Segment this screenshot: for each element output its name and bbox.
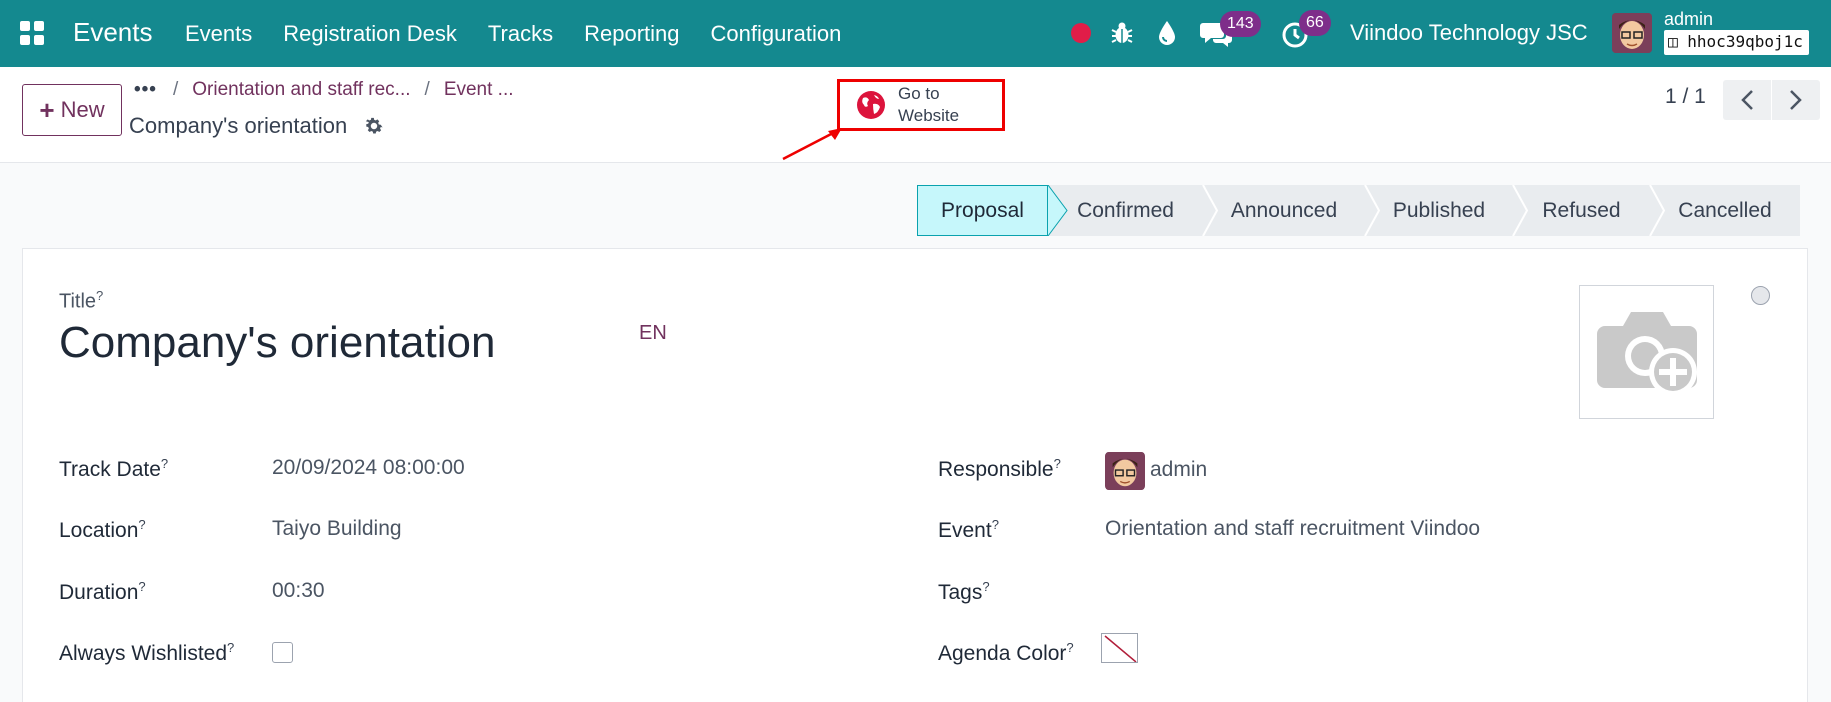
menu-item-registration-desk[interactable]: Registration Desk bbox=[283, 21, 457, 47]
title-input[interactable]: Company's orientation bbox=[59, 318, 495, 368]
pager-previous-button[interactable] bbox=[1723, 80, 1771, 120]
always-wishlisted-checkbox[interactable] bbox=[272, 642, 293, 663]
camera-plus-icon bbox=[1596, 312, 1697, 396]
database-label: hhoc39qboj1c bbox=[1687, 32, 1803, 51]
responsible-field[interactable]: admin bbox=[1150, 458, 1207, 482]
go-to-website-button[interactable]: Go to Website bbox=[837, 79, 1005, 131]
always-wishlisted-label: Always Wishlisted? bbox=[59, 640, 235, 665]
stage-announced[interactable]: Announced bbox=[1203, 185, 1365, 236]
go-to-website-label: Go to Website bbox=[898, 84, 960, 125]
stage-label: Announced bbox=[1230, 198, 1338, 222]
menu-item-configuration[interactable]: Configuration bbox=[710, 21, 841, 47]
stage-statusbar: Proposal Confirmed Announced Published R… bbox=[917, 185, 1800, 236]
breadcrumb-separator: / bbox=[424, 79, 430, 100]
stage-confirmed[interactable]: Confirmed bbox=[1048, 185, 1203, 236]
activities-badge: 66 bbox=[1299, 10, 1331, 36]
plus-icon: + bbox=[39, 94, 55, 125]
track-date-field[interactable]: 20/09/2024 08:00:00 bbox=[272, 456, 465, 480]
responsible-label: Responsible? bbox=[938, 456, 1061, 481]
location-field[interactable]: Taiyo Building bbox=[272, 517, 402, 541]
menu-item-tracks[interactable]: Tracks bbox=[488, 21, 553, 47]
water-drop-icon[interactable] bbox=[1156, 19, 1178, 47]
record-title: Company's orientation bbox=[129, 113, 348, 138]
pager-next-button[interactable] bbox=[1772, 80, 1820, 120]
stage-label: Proposal bbox=[941, 198, 1024, 222]
main-menu: Events Registration Desk Tracks Reportin… bbox=[185, 21, 872, 47]
chevron-left-icon bbox=[1741, 90, 1753, 110]
company-switcher[interactable]: Viindoo Technology JSC bbox=[1350, 20, 1588, 46]
pager-value[interactable]: 1 / 1 bbox=[1665, 85, 1706, 109]
stage-label: Confirmed bbox=[1077, 198, 1174, 222]
new-button[interactable]: + New bbox=[22, 84, 122, 136]
track-date-label: Track Date? bbox=[59, 456, 169, 481]
stage-label: Published bbox=[1392, 198, 1486, 222]
duration-label: Duration? bbox=[59, 579, 146, 604]
breadcrumb-separator: / bbox=[172, 79, 179, 100]
gear-icon[interactable] bbox=[363, 115, 385, 137]
stage-label: Refused bbox=[1542, 198, 1621, 222]
globe-icon bbox=[857, 91, 885, 119]
breadcrumb-event[interactable]: Orientation and staff rec... bbox=[192, 79, 410, 101]
bug-icon[interactable] bbox=[1110, 20, 1134, 46]
menu-item-reporting[interactable]: Reporting bbox=[584, 21, 679, 47]
kanban-state-indicator[interactable] bbox=[1751, 286, 1770, 305]
event-label: Event? bbox=[938, 517, 999, 542]
breadcrumb-event-tracks[interactable]: Event ... bbox=[444, 79, 514, 101]
tags-label: Tags? bbox=[938, 579, 990, 604]
title-label: Title? bbox=[59, 288, 104, 313]
stage-proposal[interactable]: Proposal bbox=[917, 185, 1048, 236]
agenda-color-picker[interactable] bbox=[1101, 633, 1138, 663]
no-color-icon bbox=[1104, 635, 1137, 662]
location-label: Location? bbox=[59, 517, 146, 542]
database-name: ◫ hhoc39qboj1c bbox=[1664, 30, 1809, 55]
control-panel: + New ••• / Orientation and staff rec...… bbox=[0, 67, 1831, 163]
app-name[interactable]: Events bbox=[73, 17, 153, 48]
event-field[interactable]: Orientation and staff recruitment Viindo… bbox=[1105, 517, 1480, 541]
app-switcher-icon[interactable] bbox=[20, 21, 44, 45]
user-name[interactable]: admin bbox=[1664, 9, 1713, 30]
breadcrumb-more-icon[interactable]: ••• bbox=[134, 79, 157, 101]
agenda-color-label: Agenda Color? bbox=[938, 640, 1074, 665]
duration-field[interactable]: 00:30 bbox=[272, 579, 325, 603]
messages-badge: 143 bbox=[1220, 11, 1261, 37]
new-button-label: New bbox=[60, 97, 105, 122]
language-button[interactable]: EN bbox=[639, 322, 667, 345]
annotation-arrow bbox=[782, 128, 842, 161]
breadcrumb: ••• / Orientation and staff rec... / Eve… bbox=[134, 79, 514, 101]
image-upload[interactable] bbox=[1579, 285, 1714, 419]
top-navbar: Events Events Registration Desk Tracks R… bbox=[0, 0, 1831, 67]
user-avatar[interactable] bbox=[1612, 13, 1652, 53]
menu-item-events[interactable]: Events bbox=[185, 21, 252, 47]
stage-cancelled[interactable]: Cancelled bbox=[1650, 185, 1800, 236]
chevron-right-icon bbox=[1790, 90, 1802, 110]
responsible-avatar bbox=[1105, 452, 1145, 490]
stage-published[interactable]: Published bbox=[1365, 185, 1513, 236]
stage-refused[interactable]: Refused bbox=[1513, 185, 1650, 236]
record-icon[interactable] bbox=[1071, 23, 1091, 43]
stage-label: Cancelled bbox=[1678, 198, 1772, 222]
database-icon: ◫ bbox=[1668, 32, 1678, 51]
